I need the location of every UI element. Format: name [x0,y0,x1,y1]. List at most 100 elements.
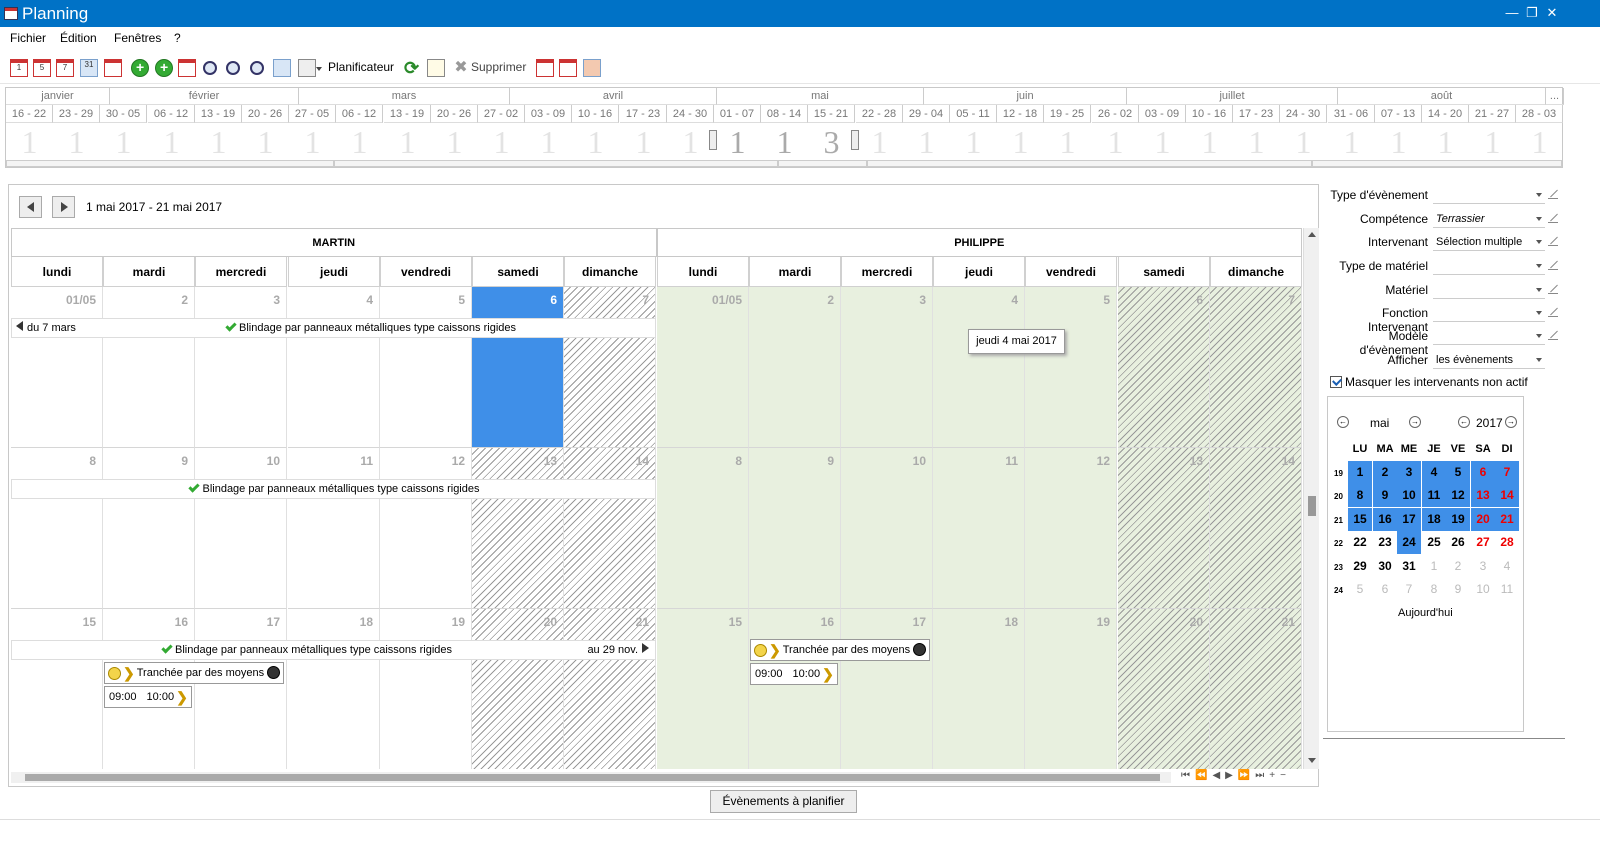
mini-calendar-day[interactable]: 23 [1373,531,1397,554]
timeline-month[interactable]: juin [924,88,1127,105]
next-period-button[interactable] [52,196,75,218]
mini-calendar-day[interactable]: 11 [1495,578,1519,601]
chevron-down-icon[interactable] [1536,288,1542,292]
day-cell[interactable]: 3 [195,287,287,448]
day-cell[interactable]: 3 [841,287,933,448]
grid-toggle-icon[interactable] [273,59,291,77]
mini-calendar-day[interactable]: 22 [1348,531,1372,554]
prev-month-icon[interactable]: ← [1337,416,1349,428]
timeline-week[interactable]: 26 - 02 [1092,105,1139,123]
timeline-week[interactable]: 29 - 04 [903,105,950,123]
mini-calendar-day[interactable]: 29 [1348,555,1372,578]
zoom-fit-icon[interactable] [250,61,264,75]
mini-calendar-day[interactable]: 5 [1348,578,1372,601]
prev-year-icon[interactable]: ← [1458,416,1470,428]
mini-calendar-day[interactable]: 28 [1495,531,1519,554]
mini-calendar-day[interactable]: 9 [1446,578,1470,601]
mini-calendar-day[interactable]: 2 [1373,461,1397,484]
mini-calendar-day[interactable]: 16 [1373,508,1397,531]
timeline-week[interactable]: 13 - 19 [195,105,242,123]
mini-calendar-day[interactable]: 6 [1471,461,1495,484]
filter-field[interactable] [1433,186,1545,204]
timeline-left-handle[interactable] [709,130,717,150]
mini-calendar-day[interactable]: 11 [1422,484,1446,507]
timeline-week[interactable]: 28 - 03 [1516,105,1563,123]
previous-period-button[interactable] [19,196,42,218]
chevron-down-icon[interactable] [1536,311,1542,315]
day-cell[interactable]: 15 [657,609,749,769]
timeline-month[interactable]: août [1338,88,1546,105]
mini-calendar-day[interactable]: 5 [1446,461,1470,484]
timeline-week[interactable]: 27 - 02 [478,105,525,123]
mini-calendar-day[interactable]: 2 [1446,555,1470,578]
mini-calendar-day[interactable]: 9 [1373,484,1397,507]
delete-icon[interactable]: ✖ [452,59,470,77]
menu-fichier[interactable]: Fichier [10,31,46,45]
mini-calendar-day[interactable]: 30 [1373,555,1397,578]
day-cell[interactable]: 21 [1210,609,1302,769]
day-cell[interactable]: 13 [472,448,564,609]
mini-calendar-day[interactable]: 4 [1495,555,1519,578]
mini-calendar-day[interactable]: 6 [1373,578,1397,601]
mini-calendar-day[interactable]: 8 [1348,484,1372,507]
filter-field[interactable]: Terrassier [1433,210,1545,228]
mini-calendar-day[interactable]: 3 [1471,555,1495,578]
vertical-scroll-thumb[interactable] [1308,496,1316,516]
scroll-up-icon[interactable] [1308,232,1316,237]
timeline-week[interactable]: 10 - 16 [1186,105,1233,123]
horizontal-scroll-thumb[interactable] [25,774,1160,781]
chevron-down-icon[interactable] [1536,264,1542,268]
menu-fenetres[interactable]: Fenêtres [114,31,161,45]
timeline-week[interactable]: 24 - 30 [667,105,714,123]
filter-field[interactable] [1433,304,1545,322]
planificateur-button[interactable]: Planificateur [328,60,394,74]
timeline-week[interactable]: 20 - 26 [242,105,289,123]
day-cell[interactable]: 17 [841,609,933,769]
timeline-week[interactable]: 22 - 28 [856,105,903,123]
timeline-week[interactable]: 13 - 19 [384,105,431,123]
edit-pencil-icon[interactable] [1548,330,1558,340]
day-cell[interactable]: 5 [380,287,472,448]
horizontal-scrollbar[interactable] [11,772,1171,783]
mini-calendar-day[interactable]: 20 [1471,508,1495,531]
day-cell[interactable]: 4 [288,287,380,448]
edit-pencil-icon[interactable] [1548,236,1558,246]
event-card-icon[interactable] [178,59,196,77]
day-cell[interactable]: 11 [288,448,380,609]
day-cell[interactable]: 18 [288,609,380,769]
mini-calendar-day[interactable]: 31 [1397,555,1421,578]
timeline-week[interactable]: 06 - 12 [148,105,195,123]
mini-calendar-day[interactable]: 26 [1446,531,1470,554]
mini-calendar-day[interactable]: 1 [1422,555,1446,578]
filter-field[interactable] [1433,327,1545,345]
event-bar[interactable]: du 7 mars Blindage par panneaux métalliqu… [11,318,656,338]
edit-pencil-icon[interactable] [1548,189,1558,199]
filter-field[interactable] [1433,281,1545,299]
edit-pencil-icon[interactable] [1548,260,1558,270]
restore-icon[interactable]: ❐ [1523,4,1541,22]
layout-chevron-down-icon[interactable] [316,67,322,71]
close-icon[interactable]: ✕ [1543,4,1561,22]
timeline-week[interactable]: 31 - 06 [1328,105,1375,123]
mini-calendar-day[interactable]: 7 [1397,578,1421,601]
chevron-down-icon[interactable] [1536,358,1542,362]
chevron-down-icon[interactable] [1536,217,1542,221]
next-month-icon[interactable]: → [1409,416,1421,428]
day-cell[interactable]: 16 [749,609,841,769]
mini-calendar-day[interactable]: 7 [1495,461,1519,484]
calendar-31-icon[interactable] [536,59,554,77]
timeline-week[interactable]: 24 - 30 [1280,105,1327,123]
day-cell[interactable]: 01/05 [657,287,749,448]
mini-calendar-day[interactable]: 10 [1471,578,1495,601]
timeline-month[interactable]: avril [510,88,717,105]
edit-pencil-icon[interactable] [1548,307,1558,317]
timeline-month[interactable]: février [110,88,299,105]
new-note-icon[interactable] [427,59,445,77]
day-cell[interactable]: 11 [933,448,1025,609]
day-cell[interactable]: 7 [1210,287,1302,448]
timeline-week[interactable]: 03 - 09 [1139,105,1186,123]
day-cell[interactable]: 2 [749,287,841,448]
day-cell[interactable]: 14 [564,448,656,609]
trench-time[interactable]: 09:00 10:00 ❯ [104,686,192,708]
timeline-week[interactable]: 08 - 14 [761,105,808,123]
